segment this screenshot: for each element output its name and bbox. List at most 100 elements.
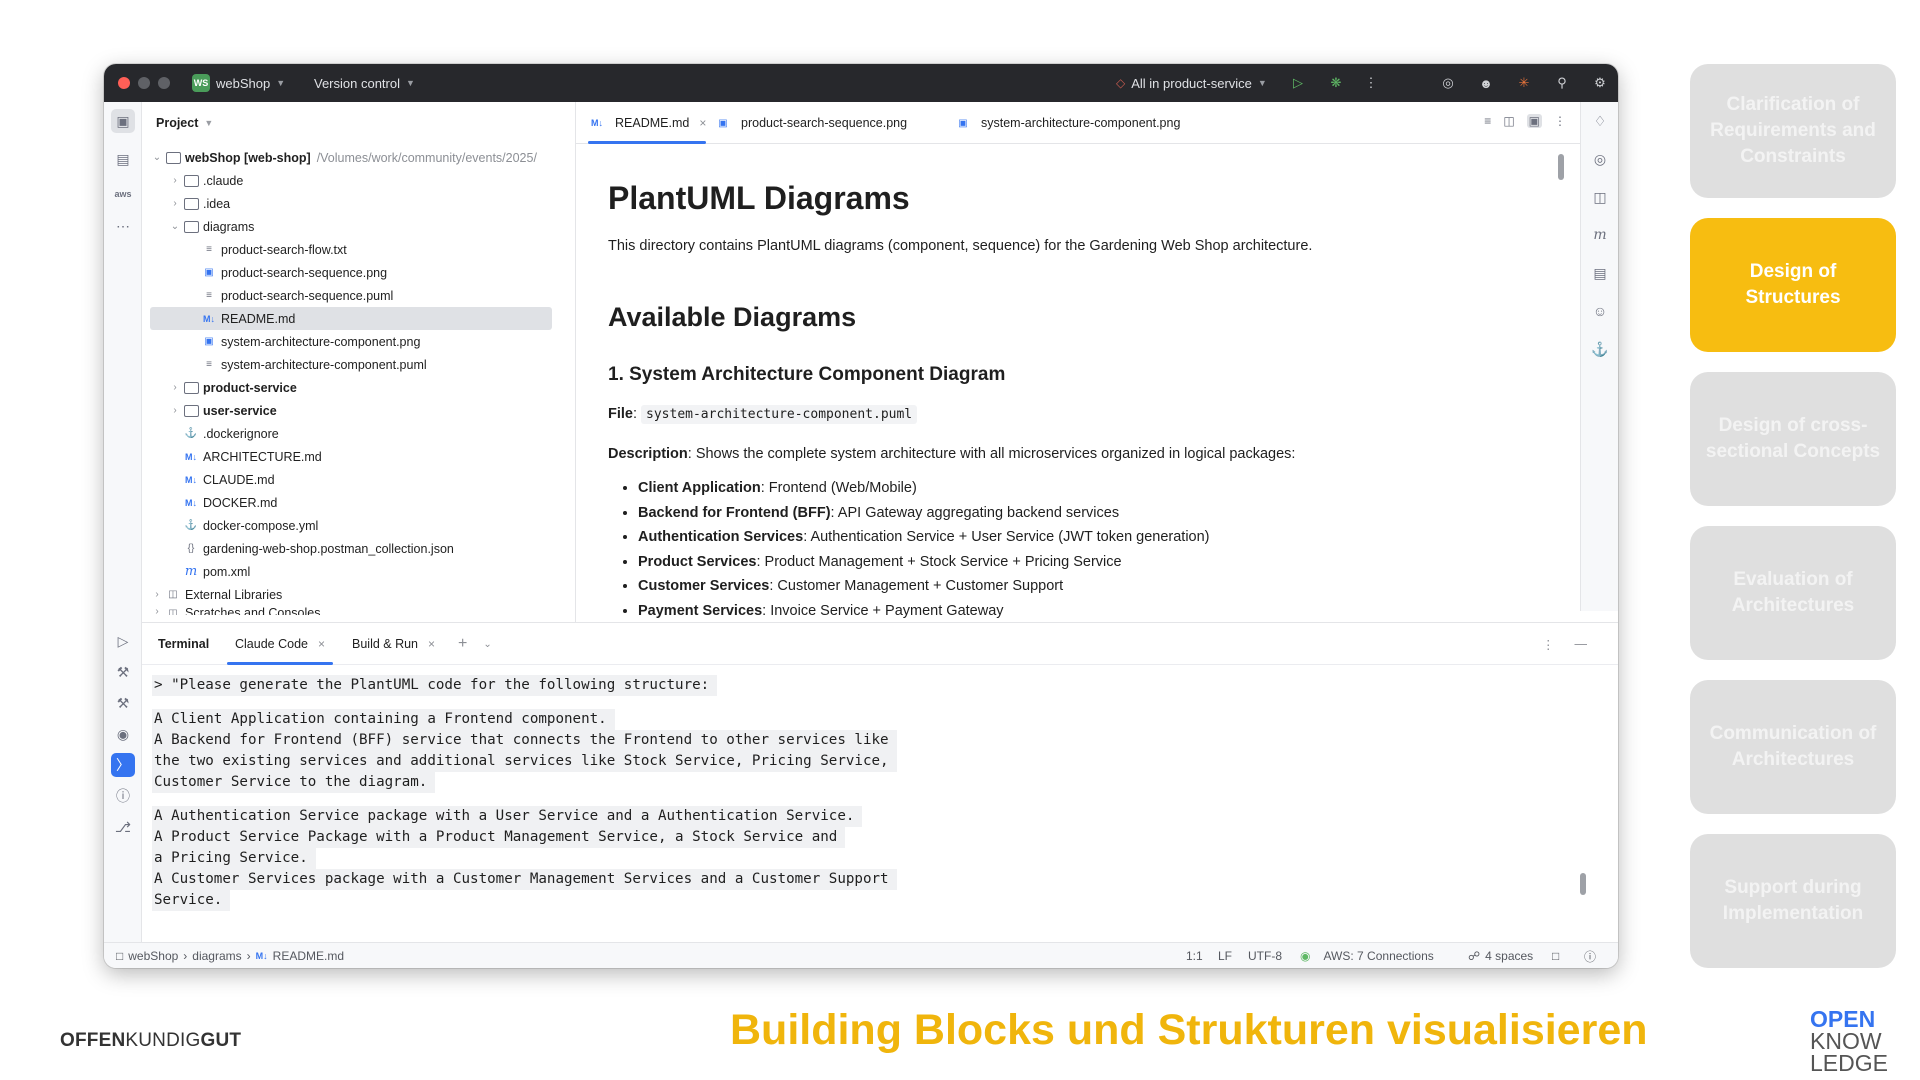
copilot-icon[interactable]: ☺ [1588, 299, 1612, 323]
close-icon[interactable]: × [699, 116, 706, 130]
zoom-window-button[interactable] [158, 77, 170, 89]
services-icon[interactable]: ⚒ [111, 691, 135, 715]
tree-item-file[interactable]: ≡ system-architecture-component.puml [200, 353, 427, 376]
ai-assistant-icon[interactable]: ◎ [1437, 72, 1459, 94]
tree-item-product-service[interactable]: › product-service [168, 376, 296, 399]
close-icon[interactable]: × [318, 637, 325, 651]
editor-vertical-scrollbar[interactable] [1558, 154, 1564, 180]
run-config-selector[interactable]: ◇ All in product-service ▼ [1116, 64, 1267, 102]
folder-icon[interactable]: ▣ [111, 109, 135, 133]
tab-terminal[interactable]: Terminal [158, 623, 209, 665]
run-tool-icon[interactable]: ▷ [111, 629, 135, 653]
ai-chat-icon[interactable]: ◎ [1588, 147, 1612, 171]
minimize-icon[interactable]: — [1575, 637, 1588, 651]
maven-icon[interactable]: m [1588, 223, 1612, 247]
logo-line: OPEN [1810, 1006, 1876, 1032]
aws-icon[interactable]: aws [111, 182, 135, 206]
tab-product-search-sequence[interactable]: ▣ product-search-sequence.png [714, 102, 907, 144]
tree-item-label: product-search-flow.txt [221, 242, 347, 257]
close-window-button[interactable] [118, 77, 130, 89]
tab-claude-code[interactable]: Claude Code × [227, 623, 333, 665]
vcs-menu[interactable]: Version control ▼ [314, 64, 415, 102]
chevron-down-icon: ▼ [406, 78, 415, 88]
breadcrumb-item[interactable]: README.md [273, 949, 344, 963]
terminal-vertical-scrollbar[interactable] [1580, 873, 1586, 895]
file-encoding[interactable]: UTF-8 [1248, 943, 1282, 968]
add-user-icon[interactable]: ☻ [1475, 72, 1497, 94]
tree-item-user-service[interactable]: › user-service [168, 399, 276, 422]
close-icon[interactable]: × [428, 637, 435, 651]
build-icon[interactable]: ⚒ [111, 660, 135, 684]
preview-only-icon[interactable]: ▣ [1526, 114, 1542, 128]
debug-tool-icon[interactable]: ◉ [111, 722, 135, 746]
notifications-icon[interactable]: ♢ [1588, 109, 1612, 133]
more-tools-icon[interactable]: ⋯ [111, 214, 135, 238]
tree-item-file[interactable]: {} gardening-web-shop.postman_collection… [182, 537, 454, 560]
tree-item-path: /Volumes/work/community/events/2025/ [316, 150, 537, 165]
terminal-line: > "Please generate the PlantUML code for… [152, 675, 718, 696]
nav-support-implementation[interactable]: Support during Implementation [1690, 834, 1896, 968]
tab-system-architecture-component[interactable]: ▣ system-architecture-component.png [954, 102, 1180, 144]
tree-item-scratches[interactable]: › ◫ Scratches and Consoles [150, 606, 320, 615]
tree-item-file[interactable]: ▣ system-architecture-component.png [200, 330, 420, 353]
read-only-toggle[interactable]: □ [1552, 943, 1559, 968]
line-endings[interactable]: LF [1218, 943, 1232, 968]
more-actions-icon[interactable]: ⋮ [1360, 72, 1382, 94]
tree-item-file[interactable]: M↓ DOCKER.md [182, 491, 277, 514]
tree-item-label: diagrams [203, 219, 255, 234]
endpoints-icon[interactable]: ▤ [1588, 261, 1612, 285]
claude-icon[interactable]: ✳ [1513, 72, 1535, 94]
tab-label: system-architecture-component.png [981, 116, 1181, 130]
new-tab-button[interactable]: + ⌄ [458, 623, 492, 665]
docker-icon[interactable]: ⚓ [1588, 337, 1612, 361]
project-switcher[interactable]: WS webShop ▼ [192, 64, 285, 102]
tree-item-file[interactable]: ≡ product-search-flow.txt [200, 238, 347, 261]
editor-only-icon[interactable]: ≡ [1484, 114, 1491, 128]
indent-setting[interactable]: ☍ 4 spaces [1468, 943, 1533, 968]
tree-item-external-libraries[interactable]: › ◫ External Libraries [150, 583, 282, 606]
tree-item-file[interactable]: ⚓ .dockerignore [182, 422, 279, 445]
terminal-icon[interactable]: 〉 [111, 753, 135, 777]
right-tool-strip: ♢ ◎ ◫ m ▤ ☺ ⚓ [1580, 102, 1618, 611]
tree-item-file[interactable]: ▣ product-search-sequence.png [200, 261, 387, 284]
search-icon[interactable]: ⚲ [1551, 72, 1573, 94]
tree-item-file[interactable]: M↓ ARCHITECTURE.md [182, 445, 322, 468]
database-icon[interactable]: ◫ [1588, 185, 1612, 209]
terminal-output[interactable]: > "Please generate the PlantUML code for… [152, 675, 1572, 933]
breadcrumb-item[interactable]: diagrams [192, 949, 241, 963]
nav-design-structures[interactable]: Design of Structures [1690, 218, 1896, 352]
nav-evaluation-architectures[interactable]: Evaluation of Architectures [1690, 526, 1896, 660]
caret-position[interactable]: 1:1 [1186, 943, 1203, 968]
nav-cross-sectional-concepts[interactable]: Design of cross-sectional Concepts [1690, 372, 1896, 506]
gear-icon[interactable]: ⚙ [1589, 72, 1611, 94]
run-icon[interactable]: ▷ [1287, 72, 1309, 94]
readme-intro: This directory contains PlantUML diagram… [608, 238, 1313, 254]
nav-communication-architectures[interactable]: Communication of Architectures [1690, 680, 1896, 814]
tree-item-idea[interactable]: › .idea [168, 192, 230, 215]
tab-build-run[interactable]: Build & Run × [352, 623, 435, 665]
structure-icon[interactable]: ▤ [111, 147, 135, 171]
nav-clarification-requirements[interactable]: Clarification of Requirements and Constr… [1690, 64, 1896, 198]
git-icon[interactable]: ⎇ [111, 815, 135, 839]
tree-item-claude[interactable]: › .claude [168, 169, 243, 192]
tool-window-options[interactable]: ⋮ — [1542, 623, 1587, 665]
more-actions-icon[interactable]: ⋮ [1554, 114, 1566, 128]
breadcrumb-item[interactable]: webShop [128, 949, 178, 963]
problems-icon[interactable]: ⓘ [111, 784, 135, 808]
tree-item-root[interactable]: ⌄ webShop [web-shop] /Volumes/work/commu… [150, 146, 537, 169]
minimize-window-button[interactable] [138, 77, 150, 89]
tree-item-diagrams[interactable]: ⌄ diagrams [168, 215, 255, 238]
split-view-icon[interactable]: ◫ [1503, 114, 1514, 128]
debug-icon[interactable]: ❋ [1325, 72, 1347, 94]
tree-item-file[interactable]: ⚓ docker-compose.yml [182, 514, 319, 537]
project-panel-header[interactable]: Project ▼ [156, 102, 213, 144]
status-info[interactable]: ⓘ [1584, 943, 1596, 968]
folder-icon [182, 220, 200, 234]
tab-readme[interactable]: M↓ README.md × [588, 102, 707, 144]
tree-item-file[interactable]: M↓ CLAUDE.md [182, 468, 275, 491]
tree-item-file[interactable]: ≡ product-search-sequence.puml [200, 284, 393, 307]
tree-item-file[interactable]: m pom.xml [182, 560, 250, 583]
aws-connections[interactable]: ◉ AWS: 7 Connections [1300, 943, 1434, 968]
tree-item-readme-selected[interactable]: M↓ README.md [150, 307, 552, 330]
markdown-file-icon: M↓ [203, 313, 215, 324]
